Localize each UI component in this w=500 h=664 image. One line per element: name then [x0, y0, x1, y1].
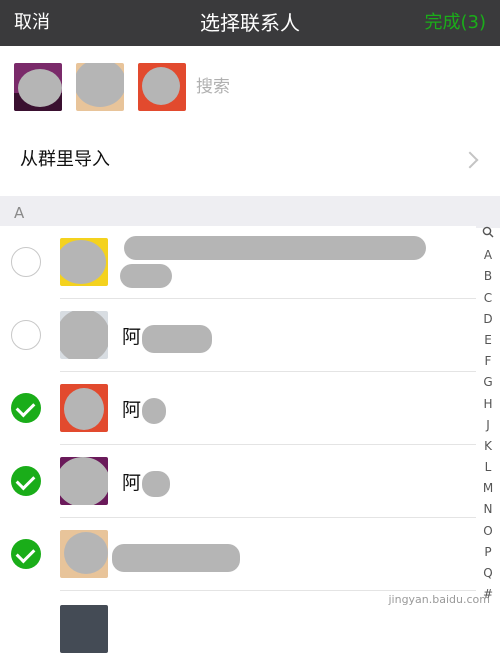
checkmark-icon [15, 543, 36, 564]
chevron-right-icon [461, 151, 479, 169]
selected-contacts-search-row: 搜索 [0, 46, 500, 125]
section-letter: A [14, 204, 25, 222]
alphabet-index-bar[interactable]: A B C D E F G H J K L M N O P Q # [476, 224, 500, 605]
blur-mask [60, 240, 106, 284]
blur-mask [18, 69, 62, 107]
index-letter[interactable]: K [476, 436, 500, 457]
checkbox-checked-icon[interactable] [11, 539, 41, 569]
contact-name: 阿 [122, 472, 142, 494]
selected-avatar[interactable] [76, 63, 124, 111]
import-from-group-label: 从群里导入 [20, 149, 110, 170]
done-button[interactable]: 完成(3) [425, 0, 487, 46]
avatar [60, 605, 108, 653]
contact-row[interactable]: 阿 [0, 445, 476, 518]
section-header: A [0, 196, 500, 228]
index-letter[interactable]: D [476, 309, 500, 330]
blur-mask [60, 311, 108, 359]
blur-mask [76, 63, 124, 107]
checkmark-icon [15, 470, 36, 491]
contact-row[interactable]: 阿 [0, 372, 476, 445]
index-letter[interactable]: F [476, 351, 500, 372]
checkbox-checked-icon[interactable] [11, 466, 41, 496]
index-letter[interactable]: G [476, 372, 500, 393]
avatar [60, 457, 108, 505]
contact-row[interactable] [0, 518, 476, 591]
blur-mask [142, 67, 180, 105]
index-letter[interactable]: J [476, 415, 500, 436]
blur-mask [120, 264, 172, 288]
index-letter[interactable]: E [476, 330, 500, 351]
blur-mask [64, 388, 104, 430]
blur-mask [112, 544, 240, 572]
contact-name: 阿 [122, 399, 142, 421]
nav-bar: 取消 选择联系人 完成(3) [0, 0, 500, 46]
watermark: jingyan.baidu.com [388, 593, 490, 606]
contact-row[interactable]: 阿 [0, 299, 476, 372]
checkmark-icon [15, 397, 36, 418]
index-letter[interactable]: L [476, 457, 500, 478]
blur-mask [142, 471, 170, 497]
avatar [60, 530, 108, 578]
index-letter[interactable]: C [476, 288, 500, 309]
selected-avatar[interactable] [138, 63, 186, 111]
blur-mask [142, 325, 212, 353]
index-letter[interactable]: Q [476, 563, 500, 584]
blur-mask [64, 532, 108, 574]
contact-row[interactable] [0, 226, 476, 299]
blur-mask [142, 398, 166, 424]
index-letter[interactable]: M [476, 478, 500, 499]
checkbox-unchecked-icon[interactable] [11, 247, 41, 277]
checkbox-checked-icon[interactable] [11, 393, 41, 423]
contact-name: 阿 [122, 326, 142, 348]
index-letter[interactable]: A [476, 245, 500, 266]
blur-mask [124, 236, 426, 260]
blur-mask [60, 457, 108, 505]
checkbox-unchecked-icon[interactable] [11, 320, 41, 350]
index-search-icon[interactable] [476, 224, 500, 245]
selected-avatar[interactable] [14, 63, 62, 111]
index-letter[interactable]: B [476, 266, 500, 287]
index-letter[interactable]: O [476, 521, 500, 542]
avatar [60, 311, 108, 359]
index-letter[interactable]: H [476, 394, 500, 415]
avatar [60, 384, 108, 432]
avatar [60, 238, 108, 286]
import-from-group-row[interactable]: 从群里导入 [0, 124, 500, 196]
index-letter[interactable]: N [476, 499, 500, 520]
search-input[interactable]: 搜索 [196, 46, 230, 128]
index-letter[interactable]: P [476, 542, 500, 563]
